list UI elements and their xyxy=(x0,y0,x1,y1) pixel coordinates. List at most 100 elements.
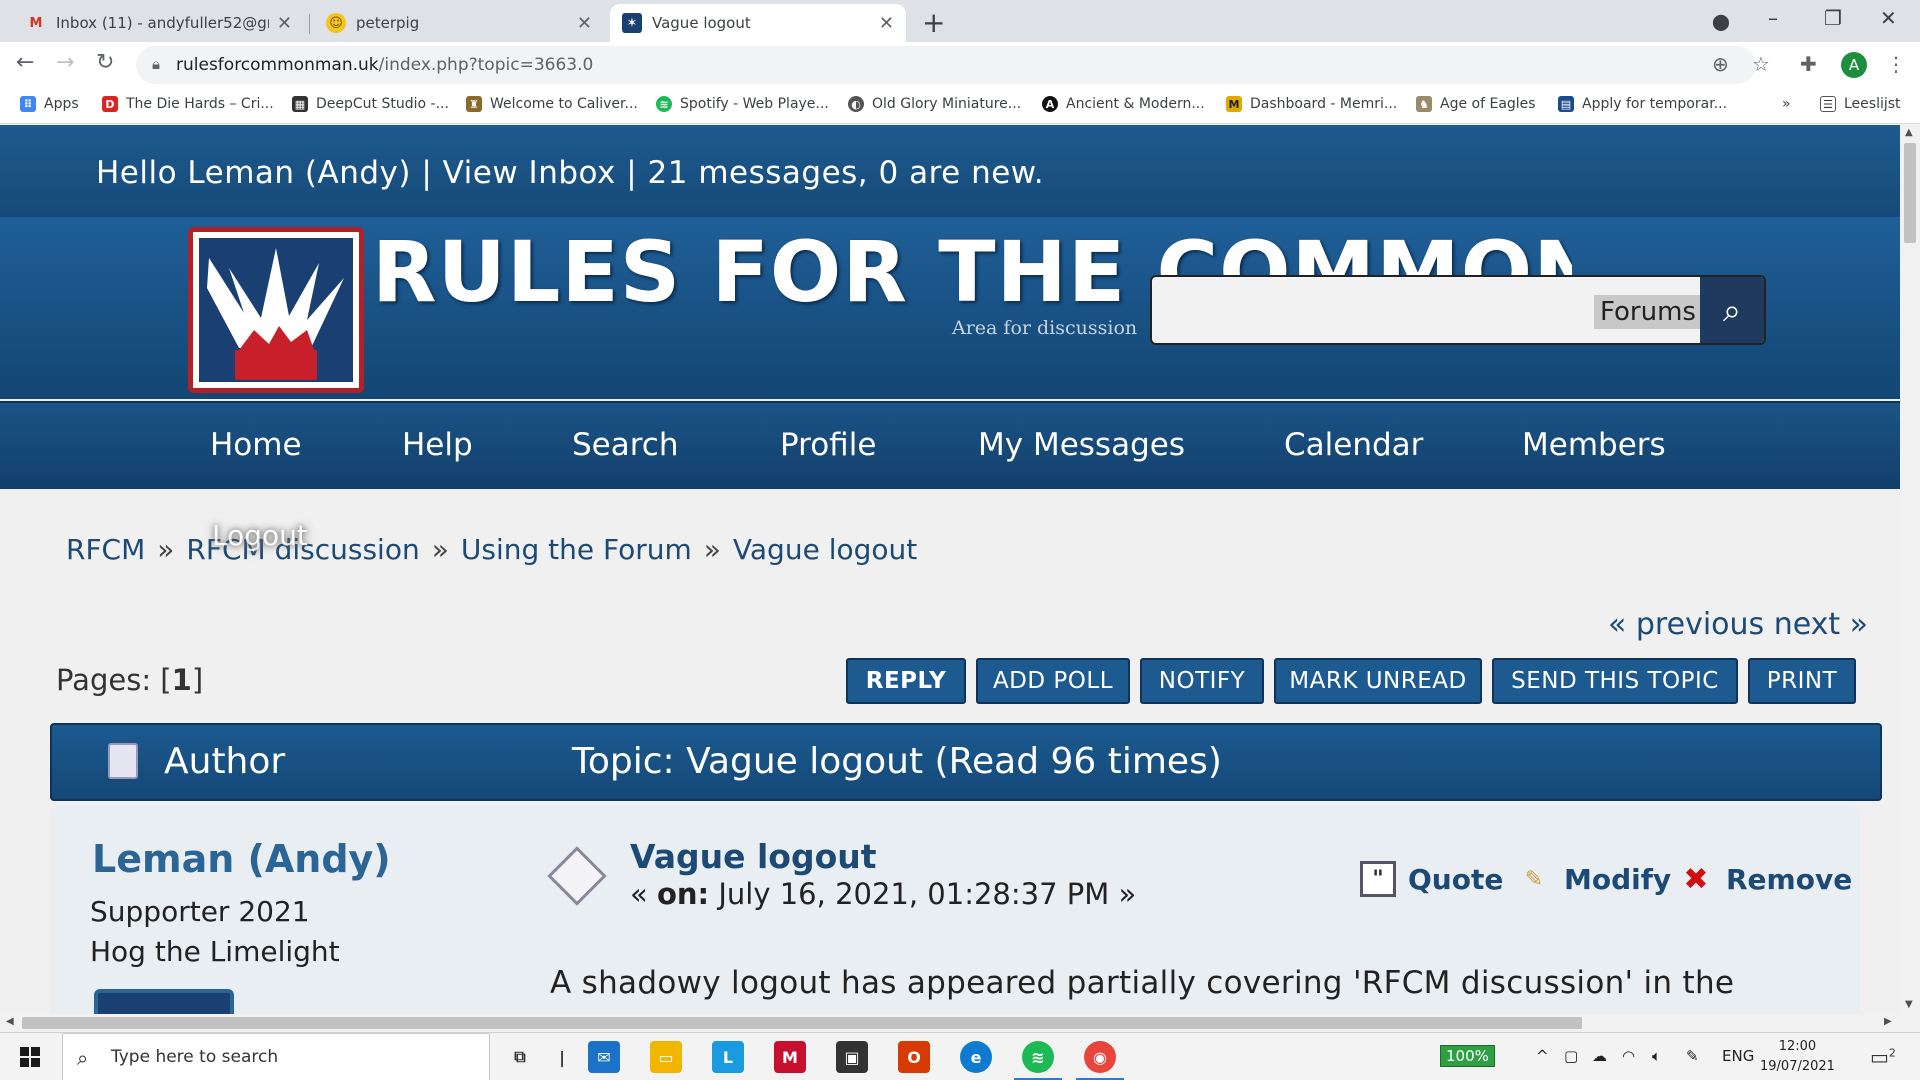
profile-avatar[interactable]: A xyxy=(1841,52,1867,78)
pen-icon[interactable]: ✎ xyxy=(1686,1047,1699,1065)
bookmark-star-icon[interactable]: ☆ xyxy=(1752,52,1770,76)
language-indicator[interactable]: ENG xyxy=(1722,1047,1754,1065)
bookmark-memrise[interactable]: M Dashboard - Memri... xyxy=(1226,96,1397,112)
back-icon[interactable]: ← xyxy=(16,50,34,75)
search-icon[interactable]: ⌕ xyxy=(1700,277,1764,343)
nav-help[interactable]: Help xyxy=(402,427,473,463)
scroll-up-icon[interactable]: ▲ xyxy=(1905,127,1913,138)
volume-icon[interactable]: 🔈︎ xyxy=(1652,1047,1661,1065)
smiley-icon: ☺ xyxy=(326,13,346,33)
send-topic-button[interactable]: SEND THIS TOPIC xyxy=(1492,658,1738,704)
edge-icon[interactable]: e xyxy=(960,1041,992,1073)
nav-search[interactable]: Search xyxy=(572,427,679,463)
mail-icon[interactable]: ✉ xyxy=(588,1041,620,1073)
page-current[interactable]: 1 xyxy=(172,663,192,697)
remove-label: Remove xyxy=(1726,862,1853,896)
menu-icon[interactable]: ⋮ xyxy=(1886,52,1906,76)
store-icon[interactable]: ▣ xyxy=(836,1041,868,1073)
bookmark-apps[interactable]: ⠿ Apps xyxy=(20,96,79,112)
breadcrumb-rfcm[interactable]: RFCM xyxy=(66,533,145,566)
notifications-icon[interactable]: ▭2 xyxy=(1870,1045,1896,1069)
reply-button[interactable]: REPLY xyxy=(846,658,966,704)
scroll-left-icon[interactable]: ◀ xyxy=(6,1016,14,1027)
nav-my-messages[interactable]: My Messages xyxy=(978,427,1185,463)
spotify-icon[interactable]: ≋ xyxy=(1014,1041,1062,1080)
mcafee-icon[interactable]: M xyxy=(774,1041,806,1073)
zoom-indicator[interactable]: 100% xyxy=(1440,1045,1495,1067)
remove-button[interactable]: ✖ Remove xyxy=(1678,861,1852,897)
close-icon[interactable]: ✕ xyxy=(277,13,292,34)
breadcrumb-current-topic[interactable]: Vague logout xyxy=(733,533,917,566)
chrome-icon[interactable]: ◉ xyxy=(1076,1041,1124,1080)
windows-start-icon[interactable] xyxy=(20,1047,40,1067)
bookmark-deepcut[interactable]: ▦ DeepCut Studio -... xyxy=(292,96,449,112)
search-scope-select[interactable]: Forums xyxy=(1594,295,1702,329)
explosion-icon xyxy=(207,248,344,380)
modify-button[interactable]: ✎ Modify xyxy=(1516,861,1671,897)
ghost-logout-overlay[interactable]: Logout xyxy=(212,519,308,552)
mark-unread-button[interactable]: MARK UNREAD xyxy=(1274,658,1482,704)
bookmark-old-glory[interactable]: ◐ Old Glory Miniature... xyxy=(848,96,1021,112)
close-icon[interactable]: ✕ xyxy=(879,13,894,34)
bookmark-die-hards[interactable]: D The Die Hards – Cri... xyxy=(102,96,274,112)
pages-label: Pages: [ xyxy=(56,663,172,697)
bookmark-label: Dashboard - Memri... xyxy=(1250,96,1398,112)
scroll-thumb[interactable] xyxy=(22,1017,1582,1029)
chevron-up-icon[interactable]: ^ xyxy=(1536,1047,1549,1065)
bookmark-age-of-eagles[interactable]: ♞ Age of Eagles xyxy=(1416,96,1536,112)
taskbar-search-input[interactable]: ⌕ Type here to search xyxy=(62,1033,490,1080)
bookmark-ancient-modern[interactable]: A Ancient & Modern... xyxy=(1042,96,1205,112)
reading-list[interactable]: ☰ Leeslijst xyxy=(1820,96,1901,112)
forum-search-input[interactable]: Forums ⌕ xyxy=(1150,275,1766,345)
prev-next-links[interactable]: « previous next » xyxy=(1608,607,1868,642)
meeting-icon[interactable]: ▢ xyxy=(1564,1047,1578,1065)
system-clock[interactable]: 12:00 19/07/2021 xyxy=(1760,1037,1835,1077)
scroll-down-icon[interactable]: ▼ xyxy=(1905,999,1913,1010)
bookmark-label: Welcome to Caliver... xyxy=(490,96,638,112)
scroll-thumb[interactable] xyxy=(1904,143,1916,243)
add-poll-button[interactable]: ADD POLL xyxy=(976,658,1130,704)
lock-icon[interactable]: 🔒︎ xyxy=(152,55,160,73)
minimize-icon[interactable]: – xyxy=(1768,6,1778,30)
nav-members[interactable]: Members xyxy=(1522,427,1666,463)
avatar[interactable] xyxy=(94,989,234,1014)
tab-gmail[interactable]: M Inbox (11) - andyfuller52@gmail. ✕ xyxy=(14,4,304,42)
bookmarks-overflow[interactable]: » xyxy=(1782,96,1791,112)
bookmark-label: Age of Eagles xyxy=(1440,96,1536,112)
wifi-icon[interactable]: ◠ xyxy=(1622,1047,1635,1065)
breadcrumb-using-the-forum[interactable]: Using the Forum xyxy=(461,533,692,566)
poster-name[interactable]: Leman (Andy) xyxy=(92,837,391,881)
site-logo[interactable] xyxy=(188,227,364,393)
reload-icon[interactable]: ↻ xyxy=(96,50,114,75)
nav-calendar[interactable]: Calendar xyxy=(1284,427,1423,463)
greeting-text[interactable]: Hello Leman (Andy) | View Inbox | 21 mes… xyxy=(96,155,1044,191)
bookmark-apply[interactable]: ▤ Apply for temporar... xyxy=(1558,96,1727,112)
close-window-icon[interactable]: ✕ xyxy=(1880,6,1897,30)
close-icon[interactable]: ✕ xyxy=(577,13,592,34)
onedrive-icon[interactable]: ☁ xyxy=(1592,1047,1607,1065)
zoom-icon[interactable]: ⊕ xyxy=(1712,52,1729,76)
launcher-l-icon[interactable]: L xyxy=(712,1041,744,1073)
nav-profile[interactable]: Profile xyxy=(780,427,876,463)
quote-button[interactable]: " Quote xyxy=(1360,861,1503,897)
scroll-right-icon[interactable]: ▶ xyxy=(1884,1016,1892,1027)
extensions-icon[interactable]: ✚ xyxy=(1800,52,1817,76)
bookmark-caliver[interactable]: ♜ Welcome to Caliver... xyxy=(466,96,638,112)
office-icon[interactable]: O xyxy=(898,1041,930,1073)
tab-search-icon[interactable]: ⬤ xyxy=(1712,12,1730,31)
notify-button[interactable]: NOTIFY xyxy=(1140,658,1264,704)
bookmark-spotify[interactable]: ≋ Spotify - Web Playe... xyxy=(656,96,829,112)
tab-vague-logout[interactable]: ✶ Vague logout ✕ xyxy=(610,4,906,42)
nav-home[interactable]: Home xyxy=(210,427,302,463)
address-bar[interactable]: 🔒︎ rulesforcommonman.uk/index.php?topic=… xyxy=(136,46,1756,84)
restore-icon[interactable]: ❐ xyxy=(1824,6,1842,30)
print-button[interactable]: PRINT xyxy=(1748,658,1856,704)
task-view-icon[interactable]: ⧉ xyxy=(504,1041,536,1073)
file-explorer-icon[interactable]: ▭ xyxy=(650,1041,682,1073)
tab-peterpig[interactable]: ☺ peterpig ✕ xyxy=(314,4,604,42)
forward-icon[interactable]: → xyxy=(56,50,74,75)
new-tab-button[interactable]: + xyxy=(922,6,945,39)
vertical-scrollbar[interactable]: ▲ ▼ xyxy=(1900,125,1920,1014)
post-title[interactable]: Vague logout xyxy=(630,837,877,876)
horizontal-scrollbar[interactable]: ◀ ▶ xyxy=(0,1014,1920,1032)
